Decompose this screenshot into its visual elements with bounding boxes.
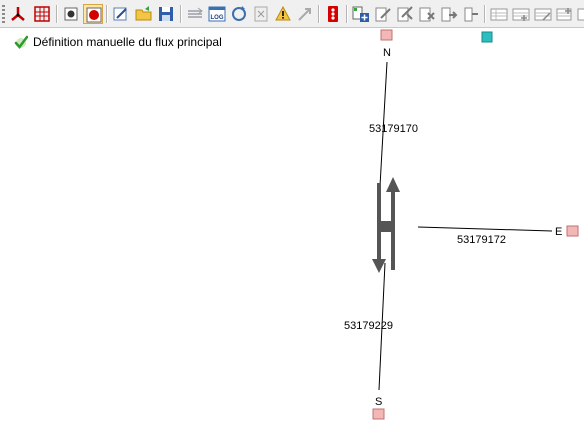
- toolbar-separator: [484, 5, 486, 23]
- link-id-north: 53179170: [369, 123, 418, 135]
- edit-phase-icon[interactable]: [373, 4, 393, 24]
- link-id-south: 53179229: [344, 320, 393, 332]
- table-add-icon[interactable]: [511, 4, 531, 24]
- junction-diagram[interactable]: N E S 53179170 53179172 53179229: [0, 29, 584, 425]
- table-remove-icon[interactable]: [555, 4, 575, 24]
- edit-properties-icon[interactable]: [111, 4, 131, 24]
- toolbar-separator: [106, 5, 108, 23]
- direction-label-east: E: [555, 226, 562, 238]
- node-east[interactable]: [566, 225, 579, 237]
- grid-select-icon[interactable]: [32, 4, 52, 24]
- flow-arrow-down: [372, 259, 386, 273]
- traffic-light-icon[interactable]: [323, 4, 343, 24]
- node-marker[interactable]: [481, 31, 493, 43]
- link-id-east: 53179172: [457, 234, 506, 246]
- table-edit-icon[interactable]: [533, 4, 553, 24]
- save-icon[interactable]: [156, 4, 176, 24]
- junction-tool-icon[interactable]: [8, 4, 28, 24]
- toolbar-separator: [56, 5, 58, 23]
- node-point-active-icon[interactable]: [83, 4, 103, 24]
- log-clear-icon[interactable]: [251, 4, 271, 24]
- flow-junction-block: [379, 221, 392, 232]
- toolbar-separator: [318, 5, 320, 23]
- move-phase-icon[interactable]: [439, 4, 459, 24]
- export-arrow-icon[interactable]: [295, 4, 315, 24]
- node-point-icon[interactable]: [61, 4, 81, 24]
- edit-phase-alt-icon[interactable]: [395, 4, 415, 24]
- node-north[interactable]: [380, 29, 393, 41]
- toolbar-grip[interactable]: [2, 5, 5, 23]
- table-icon[interactable]: [489, 4, 509, 24]
- log-refresh-icon[interactable]: [229, 4, 249, 24]
- svg-text:LOG: LOG: [211, 15, 224, 21]
- lanes-icon[interactable]: [185, 4, 205, 24]
- add-phase-icon[interactable]: [351, 4, 371, 24]
- log-warning-icon[interactable]: [273, 4, 293, 24]
- delete-phase-icon[interactable]: [417, 4, 437, 24]
- log-window-icon[interactable]: LOG: [207, 4, 227, 24]
- open-folder-icon[interactable]: [134, 4, 154, 24]
- direction-label-north: N: [383, 47, 391, 59]
- main-flow-indicator[interactable]: [372, 177, 400, 273]
- main-toolbar: LOG: [0, 0, 584, 28]
- direction-label-south: S: [375, 396, 382, 408]
- table-more-icon[interactable]: [576, 4, 584, 24]
- flow-arrow-up: [386, 177, 400, 192]
- link-line-east[interactable]: [417, 226, 553, 232]
- node-south[interactable]: [372, 408, 385, 420]
- phase-split-icon[interactable]: [461, 4, 481, 24]
- toolbar-separator: [346, 5, 348, 23]
- toolbar-separator: [180, 5, 182, 23]
